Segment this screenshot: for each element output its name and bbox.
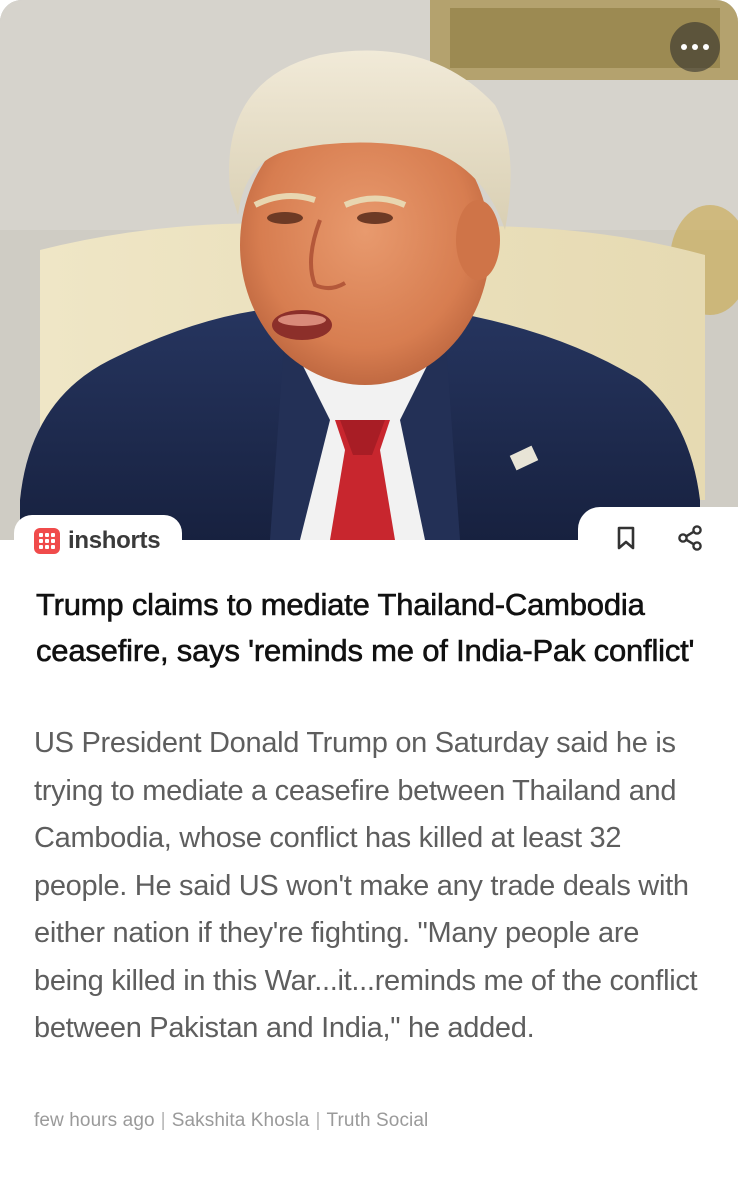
photo-illustration	[0, 0, 738, 540]
bookmark-icon[interactable]	[612, 524, 640, 552]
news-card: inshorts Trump claims to mediate Thailan…	[0, 0, 738, 1200]
article-author: Sakshita Khosla	[171, 1110, 310, 1131]
share-icon[interactable]	[676, 524, 704, 552]
article-photo[interactable]	[0, 0, 738, 540]
article-source[interactable]: Truth Social	[327, 1110, 429, 1132]
article-headline[interactable]: Trump claims to mediate Thailand-Cambodi…	[36, 582, 696, 674]
action-tab	[578, 507, 738, 569]
article-body: US President Donald Trump on Saturday sa…	[34, 727, 698, 1044]
meta-separator: |	[315, 1110, 321, 1131]
meta-separator: |	[160, 1110, 166, 1131]
more-horizontal-icon	[681, 44, 709, 50]
article-meta: few hours ago | Sakshita Khosla | Truth …	[34, 1110, 428, 1132]
more-options-button[interactable]	[670, 22, 720, 72]
inshorts-logo-icon	[34, 528, 60, 554]
article-time: few hours ago	[34, 1110, 155, 1131]
brand-name: inshorts	[68, 527, 161, 554]
brand-tab: inshorts	[14, 515, 183, 567]
article-content: Trump claims to mediate Thailand-Cambodi…	[0, 540, 738, 1200]
